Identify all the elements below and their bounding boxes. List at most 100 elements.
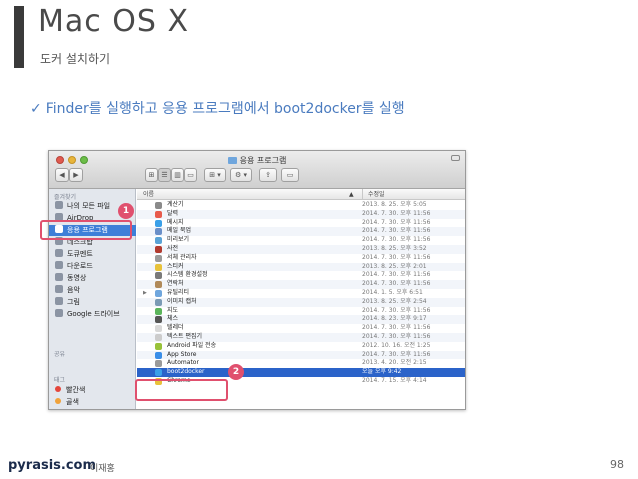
file-name: 시스템 환경설정 <box>167 271 208 279</box>
file-row[interactable]: 계산기 2013. 8. 25. 오후 5:05 <box>137 201 465 210</box>
file-row[interactable]: 미리보기 2014. 7. 30. 오후 11:56 <box>137 236 465 245</box>
file-date: 2014. 7. 30. 오후 11:56 <box>362 253 431 261</box>
file-row[interactable]: 사전 2013. 8. 25. 오후 3:52 <box>137 245 465 254</box>
app-icon <box>155 246 162 253</box>
arrange-button[interactable]: ⊞ ▾ <box>204 168 226 182</box>
window-title: 응용 프로그램 <box>49 155 465 166</box>
file-row[interactable]: 이미지 캡처 2013. 8. 25. 오후 2:54 <box>137 297 465 307</box>
tags-button[interactable]: ▭ <box>281 168 299 182</box>
app-icon <box>155 202 162 209</box>
finder-window: 응용 프로그램 ◀ ▶ ⊞ ☰ ▥ ▭ ⊞ ▾ ⚙ ▾ ⇪ ▭ 즐겨찾기 나의 … <box>48 150 466 410</box>
folder-icon <box>227 157 237 164</box>
sidebar-item-google-drive[interactable]: Google 드라이브 <box>55 309 133 320</box>
list-header: 이름 ▲ 수정일 <box>137 189 465 200</box>
file-name: 미리보기 <box>167 236 190 244</box>
file-list: 이름 ▲ 수정일 계산기 2013. 8. 25. 오후 5:05 달력 2014. … <box>137 189 465 409</box>
app-icon <box>155 316 162 324</box>
file-date: 2013. 8. 25. 오후 2:54 <box>362 297 427 305</box>
icon-view-button[interactable]: ⊞ <box>145 168 158 182</box>
file-date: 2014. 8. 23. 오후 9:17 <box>362 315 427 323</box>
file-name: boot2docker <box>167 368 205 376</box>
file-date: 2014. 7. 30. 오후 11:56 <box>362 333 431 340</box>
tag-dot-icon <box>55 386 61 392</box>
file-name: 체스 <box>167 315 179 323</box>
step-badge-2: 2 <box>228 364 244 380</box>
disclosure-triangle-icon[interactable]: ▶ <box>143 289 147 298</box>
name-column-header[interactable]: 이름 <box>143 189 154 200</box>
column-view-button[interactable]: ▥ <box>171 168 184 182</box>
fullscreen-icon[interactable] <box>451 155 460 161</box>
google-drive-icon <box>55 309 63 317</box>
coverflow-view-button[interactable]: ▭ <box>184 168 197 182</box>
app-icon <box>155 307 162 315</box>
file-date: 2014. 7. 30. 오후 11:56 <box>362 324 431 332</box>
sidebar-item-pictures[interactable]: 그림 <box>55 297 133 308</box>
movies-icon <box>55 273 63 281</box>
title-accent-bar <box>14 6 24 68</box>
music-icon <box>55 285 63 293</box>
sort-arrow-icon: ▲ <box>349 191 354 198</box>
file-name: 이미지 캡처 <box>167 297 197 305</box>
list-view-button[interactable]: ☰ <box>158 168 171 182</box>
file-name: 메일 북업 <box>167 227 191 235</box>
pictures-icon <box>55 297 63 305</box>
file-row[interactable]: 연락처 2014. 7. 30. 오후 11:56 <box>137 280 465 289</box>
app-icon <box>155 263 162 271</box>
file-row[interactable]: 서체 관리자 2014. 7. 30. 오후 11:56 <box>137 253 465 263</box>
file-row[interactable]: 체스 2014. 8. 23. 오후 9:17 <box>137 315 465 325</box>
file-row[interactable]: 텔레더 2014. 7. 30. 오후 11:56 <box>137 324 465 333</box>
forward-button[interactable]: ▶ <box>69 168 83 182</box>
sidebar-item-downloads[interactable]: 다운로드 <box>55 261 133 272</box>
file-name: 계산기 <box>167 201 184 208</box>
back-button[interactable]: ◀ <box>55 168 69 182</box>
share-button[interactable]: ⇪ <box>259 168 277 182</box>
file-date: 2014. 7. 30. 오후 11:56 <box>362 236 431 244</box>
favorites-header: 즐겨찾기 <box>54 194 77 201</box>
app-icon <box>155 254 162 262</box>
file-row[interactable]: ▶ 유틸리티 2014. 1. 5. 오후 6:51 <box>137 289 465 298</box>
file-row[interactable]: 시스템 환경설정 2014. 7. 30. 오후 11:56 <box>137 271 465 280</box>
file-name: 텍스트 편집기 <box>167 333 203 340</box>
file-date: 2014. 7. 15. 오후 4:14 <box>362 377 427 384</box>
app-icon <box>155 219 162 227</box>
file-row[interactable]: 메일 북업 2014. 7. 30. 오후 11:56 <box>137 227 465 237</box>
shared-header: 공유 <box>54 351 66 358</box>
file-date: 2014. 7. 30. 오후 11:56 <box>362 209 431 217</box>
file-date: 오늘 오후 9:42 <box>362 368 402 376</box>
file-row[interactable]: Automator 2013. 4. 20. 오전 2:15 <box>137 359 465 368</box>
bullet-point: ✓ Finder를 실행하고 응용 프로그램에서 boot2docker를 실행 <box>30 98 405 118</box>
action-gear-button[interactable]: ⚙ ▾ <box>230 168 252 182</box>
file-date: 2013. 4. 20. 오전 2:15 <box>362 359 427 367</box>
date-column-header[interactable]: 수정일 <box>362 189 385 200</box>
sidebar-tag-red[interactable]: 빨간색 <box>55 385 133 396</box>
sidebar-item-documents[interactable]: 도큐멘트 <box>55 249 133 260</box>
sidebar-item-music[interactable]: 음악 <box>55 285 133 296</box>
file-date: 2013. 8. 25. 오후 3:52 <box>362 245 427 252</box>
app-icon <box>155 228 162 236</box>
file-name: 텔레더 <box>167 324 184 332</box>
file-date: 2014. 1. 5. 오후 6:51 <box>362 289 423 296</box>
app-icon <box>155 272 162 280</box>
file-name: 서체 관리자 <box>167 253 197 261</box>
folder-icon <box>155 290 162 297</box>
sidebar-tag-orange[interactable]: 골색 <box>55 397 133 408</box>
file-row[interactable]: 달력 2014. 7. 30. 오후 11:56 <box>137 209 465 219</box>
file-name: 연락처 <box>167 280 184 288</box>
app-icon <box>155 351 162 359</box>
documents-icon <box>55 249 63 257</box>
file-date: 2014. 7. 30. 오후 11:56 <box>362 271 431 279</box>
sidebar-item-movies[interactable]: 동영상 <box>55 273 133 284</box>
file-name: 유틸리티 <box>167 289 190 296</box>
downloads-icon <box>55 261 63 269</box>
slide-title: Mac OS X <box>38 4 190 39</box>
file-name: 사전 <box>167 245 179 252</box>
app-icon <box>155 360 162 368</box>
file-name: 달력 <box>167 209 179 217</box>
file-name: Android 파일 전송 <box>167 341 217 349</box>
step-badge-1: 1 <box>118 203 134 219</box>
file-row[interactable]: Android 파일 전송 2012. 10. 16. 오전 1:25 <box>137 341 465 351</box>
file-row[interactable]: boot2docker 오늘 오후 9:42 <box>137 368 465 377</box>
app-icon <box>155 334 162 341</box>
app-icon <box>155 281 162 289</box>
file-row[interactable]: 텍스트 편집기 2014. 7. 30. 오후 11:56 <box>137 333 465 342</box>
